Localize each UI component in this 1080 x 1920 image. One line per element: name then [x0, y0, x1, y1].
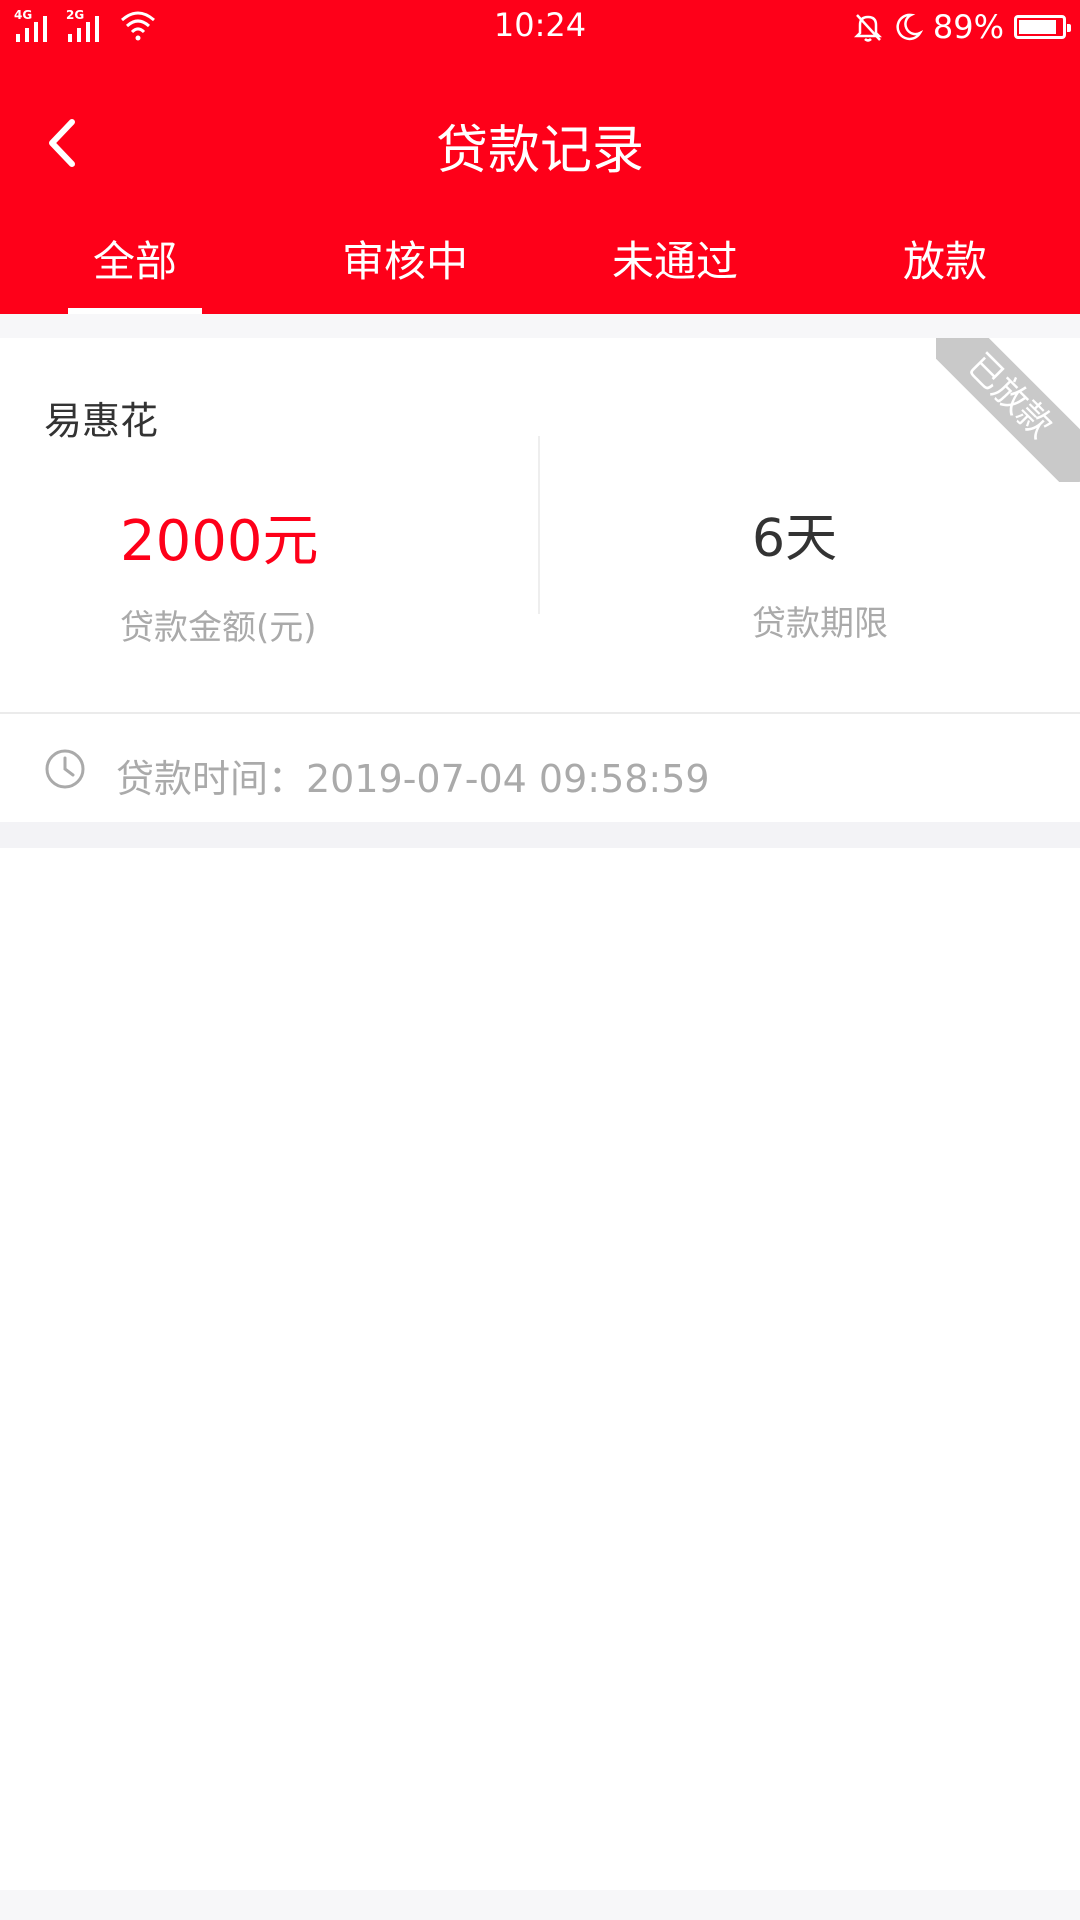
loan-amount: 2000元 [120, 509, 319, 574]
status-ribbon: 已放款 [936, 338, 1080, 482]
loan-record-card[interactable]: 已放款 易惠花 2000元 贷款金额(元) 6天 贷款期限 贷款时间：2019-… [0, 338, 1080, 822]
tab-bar: 全部 审核中 未通过 放款 [0, 226, 1080, 314]
battery-icon [1014, 15, 1071, 39]
loan-term-label: 贷款期限 [752, 604, 888, 644]
tab-disbursed[interactable]: 放款 [810, 226, 1080, 314]
battery-percent: 89% [932, 8, 1004, 46]
status-badge: 已放款 [936, 338, 1080, 482]
product-name: 易惠花 [44, 399, 159, 443]
page-title: 贷款记录 [435, 121, 644, 181]
moon-icon [896, 13, 923, 41]
tab-reviewing[interactable]: 审核中 [270, 226, 540, 314]
status-right: 89% [853, 8, 1071, 46]
loan-term: 6天 [752, 509, 838, 569]
horizontal-divider [0, 712, 1080, 714]
section-gap-bottom [0, 822, 1080, 848]
clock-icon [45, 749, 85, 789]
loan-time: 贷款时间：2019-07-04 09:58:59 [116, 757, 710, 801]
status-bar: 4G 2G 10:24 89% [0, 0, 1080, 56]
tab-rejected[interactable]: 未通过 [540, 226, 810, 314]
loan-amount-label: 贷款金额(元) [120, 608, 317, 648]
tab-all[interactable]: 全部 [0, 226, 270, 314]
header-bar: 4G 2G 10:24 89% 贷款记录 全部 审核中 未通过 放款 [0, 0, 1080, 314]
bottom-strip [0, 1890, 1080, 1920]
section-gap [0, 314, 1080, 338]
bell-off-icon [853, 14, 882, 42]
vertical-divider [538, 436, 540, 614]
